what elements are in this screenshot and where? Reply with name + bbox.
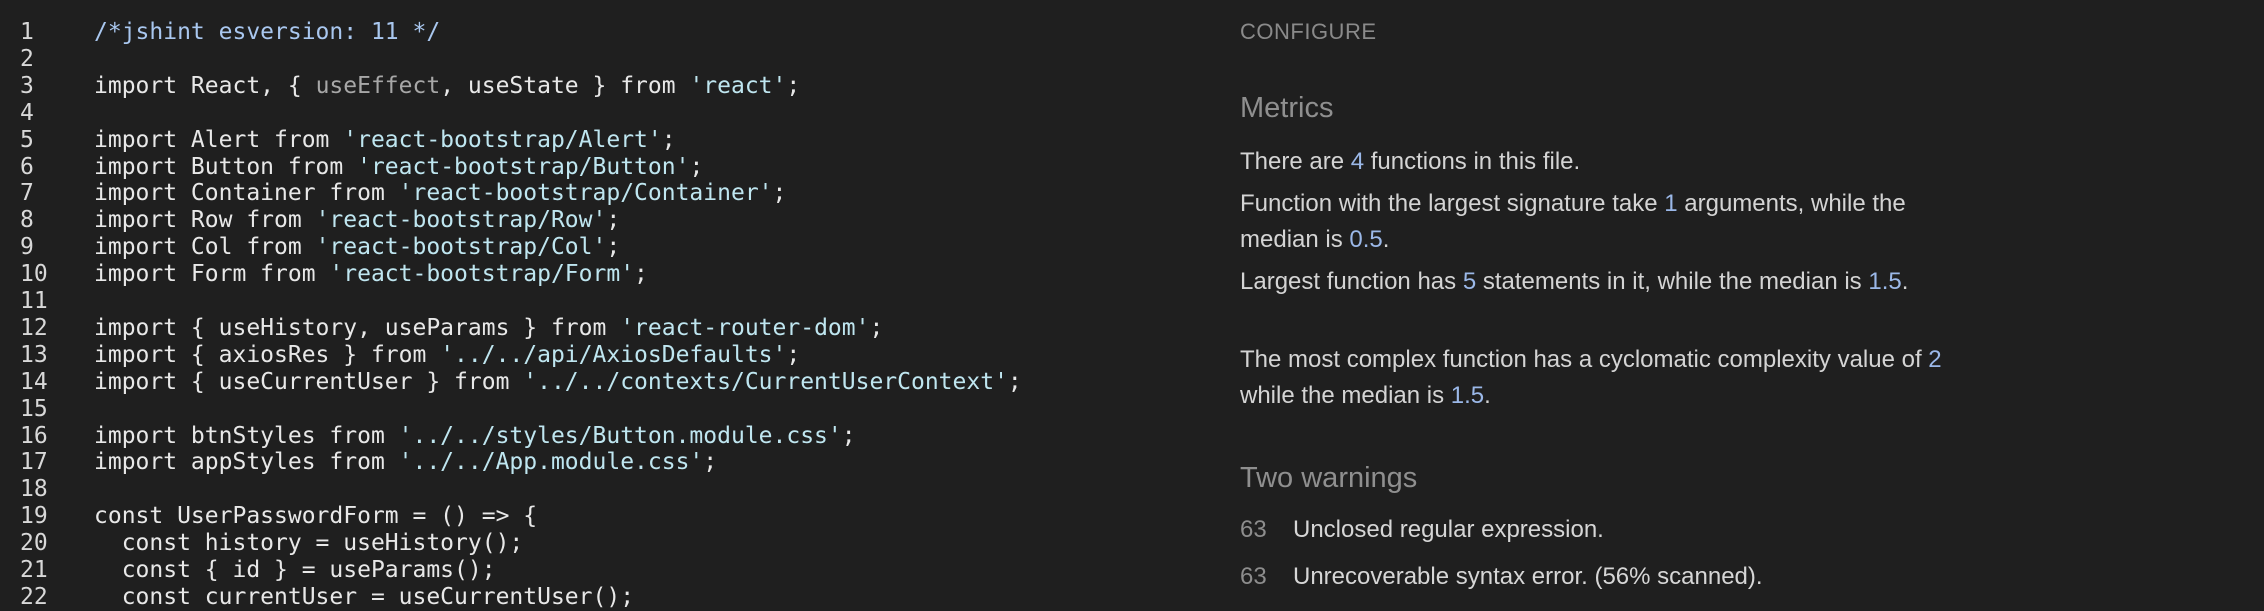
line-number: 6 [20,153,34,180]
metric-largest-function: Largest function has 5 statements in it,… [1240,268,1909,295]
line-number: 4 [20,99,34,126]
code-text: import { useCurrentUser } from '../../co… [94,369,1022,396]
warning-line-number: 63 [1240,516,1267,543]
line-number: 20 [20,530,48,557]
code-token: 'react-bootstrap/Container' [398,180,773,207]
code-token: const currentUser = useCurrentUser(); [94,583,635,610]
code-token: ; [703,449,718,476]
code-token: 'react-bootstrap/Alert' [343,126,662,153]
code-text: const currentUser = useCurrentUser(); [94,584,634,611]
code-token: import Alert from [94,126,344,153]
warning-message: Unrecoverable syntax error. (56% scanned… [1293,563,1763,590]
line-number: 10 [20,261,48,288]
code-text: import { useHistory, useParams } from 'r… [94,315,883,342]
code-token: import React, { [94,72,316,99]
code-text: const { id } = useParams(); [94,557,496,584]
code-token: ; [786,72,801,99]
code-token: ; [661,126,676,153]
metrics-heading: Metrics [1240,92,1334,124]
line-number: 18 [20,476,48,503]
code-text: import Col from 'react-bootstrap/Col'; [94,234,620,261]
code-text: import btnStyles from '../../styles/Butt… [94,423,856,450]
line-number: 2 [20,45,34,72]
code-token: 'react-bootstrap/Row' [315,207,607,234]
line-number: 16 [20,422,48,449]
line-number: 13 [20,341,48,368]
code-text: import React, { useEffect, useState } fr… [94,73,800,100]
line-number: 8 [20,207,34,234]
configure-link[interactable]: CONFIGURE [1240,19,1377,45]
line-number: 11 [20,288,48,314]
line-number: 21 [20,557,48,583]
code-token: 'react-bootstrap/Button' [357,153,690,180]
line-number: 12 [20,314,48,341]
code-text: import Button from 'react-bootstrap/Butt… [94,154,703,181]
line-number: 1 [20,19,34,45]
code-token: ; [606,207,621,234]
code-text: import Row from 'react-bootstrap/Row'; [94,207,620,234]
code-text: /*jshint esversion: 11 */ [94,19,440,46]
code-text: import Container from 'react-bootstrap/C… [94,180,786,207]
metric-largest-signature: Function with the largest signature take… [1240,190,1906,253]
code-token: import Col from [94,234,316,261]
code-token: '../../api/AxiosDefaults' [440,341,787,368]
code-token: import { useHistory, useParams } from [94,314,621,341]
metric-cyclomatic-complexity: The most complex function has a cyclomat… [1240,346,1942,409]
line-number: 14 [20,368,48,395]
code-token: '../../contexts/CurrentUserContext' [523,368,1008,395]
code-token: ; [786,341,801,368]
code-token: ; [772,180,787,207]
code-token: ; [634,261,648,288]
code-editor[interactable]: 1 /*jshint esversion: 11 */ 2 3 import React… [0,0,1200,611]
code-text: import appStyles from '../../App.module.… [94,449,717,476]
code-token: ; [869,314,884,341]
code-token: import btnStyles from [94,422,399,449]
code-token: import Button from [94,153,358,180]
line-number: 5 [20,126,34,153]
line-number: 17 [20,449,48,476]
code-token: ; [1007,368,1022,395]
code-token: /*jshint esversion: 11 */ [94,19,441,45]
code-token: '../../styles/Button.module.css' [398,422,842,449]
warning-message: Unclosed regular expression. [1293,516,1604,543]
line-number: 7 [20,180,34,207]
line-number: 15 [20,395,48,422]
code-text: const history = useHistory(); [94,530,524,557]
code-token: ; [689,153,704,180]
code-token: '../../App.module.css' [398,449,704,476]
code-token: import Form from [94,261,330,288]
code-text: const UserPasswordForm = () => { [94,503,537,530]
code-token: const history = useHistory(); [94,530,524,557]
code-token: 'react-bootstrap/Col' [315,234,607,261]
code-text: import Alert from 'react-bootstrap/Alert… [94,127,676,154]
code-token: , useState } from [440,72,690,99]
line-number: 3 [20,72,34,99]
code-token: import { axiosRes } from [94,341,441,368]
code-token: useEffect [315,72,441,99]
warnings-heading: Two warnings [1240,462,1418,494]
warning-line-number: 63 [1240,563,1267,590]
code-token: 'react-bootstrap/Form' [329,261,635,288]
code-token: 'react-router-dom' [620,314,870,341]
code-text: import Form from 'react-bootstrap/Form'; [94,261,648,288]
code-token: import Container from [94,180,399,207]
code-token: 'react' [689,72,787,99]
code-token: import Row from [94,207,316,234]
code-token: ; [841,422,856,449]
jshint-report-panel: CONFIGURE Metrics There are 4 functions … [1240,0,2240,608]
code-token: const { id } = useParams(); [94,557,496,583]
code-token: import { useCurrentUser } from [94,368,524,395]
code-token: ; [606,234,621,261]
code-text: import { axiosRes } from '../../api/Axio… [94,342,800,369]
code-token: const UserPasswordForm = () => { [94,503,538,530]
line-number: 22 [20,583,48,610]
metric-function-count: There are 4 functions in this file. [1240,148,1581,175]
code-token: import appStyles from [94,449,399,476]
line-number: 19 [20,503,48,530]
line-number: 9 [20,234,34,261]
